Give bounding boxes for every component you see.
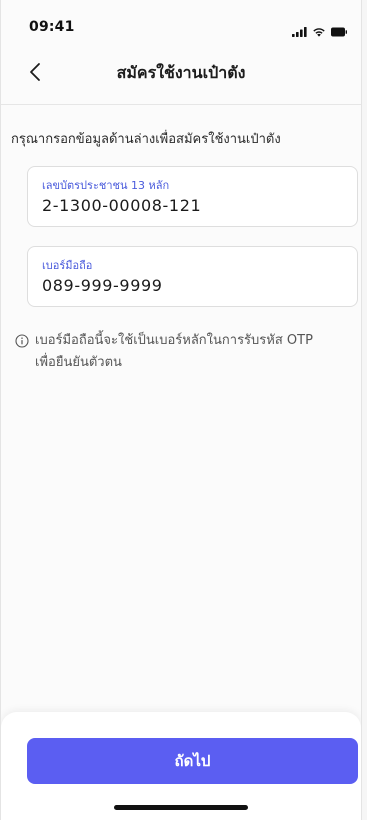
next-button[interactable]: ถัดไป [27, 738, 358, 784]
status-icons [292, 22, 347, 41]
info-note: เบอร์มือถือนี้จะใช้เป็นเบอร์หลักในการรับ… [15, 333, 355, 374]
home-indicator[interactable] [114, 805, 248, 810]
instruction-text: กรุณากรอกข้อมูลด้านล่างเพื่อสมัครใช้งานเ… [11, 132, 281, 147]
info-note-line-1: เบอร์มือถือนี้จะใช้เป็นเบอร์หลักในการรับ… [35, 333, 313, 348]
wifi-icon [312, 22, 326, 41]
battery-icon [331, 22, 347, 41]
phone-field-value[interactable]: 089-999-9999 [42, 276, 163, 295]
page-title: สมัครใช้งานเป๋าตัง [116, 63, 246, 82]
screen: 09:41 สมัครใช้งานเป๋าตัง กรุณากรอกข้อมูล… [0, 0, 362, 820]
nav-header: สมัครใช้งานเป๋าตัง [1, 50, 361, 94]
id-card-field-value[interactable]: 2-1300-00008-121 [42, 196, 201, 215]
signal-icon [292, 22, 307, 41]
status-bar: 09:41 [1, 0, 361, 50]
status-time: 09:41 [29, 19, 75, 35]
phone-field-label: เบอร์มือถือ [42, 259, 93, 272]
info-icon [15, 334, 29, 348]
id-card-field-label: เลขบัตรประชาชน 13 หลัก [42, 179, 170, 192]
bottom-panel: ถัดไป [1, 712, 361, 820]
info-note-line-2: เพื่อยืนยันตัวตน [35, 355, 122, 370]
id-card-field[interactable]: เลขบัตรประชาชน 13 หลัก 2-1300-00008-121 [27, 166, 358, 227]
phone-field[interactable]: เบอร์มือถือ 089-999-9999 [27, 246, 358, 307]
header-divider [1, 104, 361, 105]
info-note-text: เบอร์มือถือนี้จะใช้เป็นเบอร์หลักในการรับ… [35, 330, 313, 374]
